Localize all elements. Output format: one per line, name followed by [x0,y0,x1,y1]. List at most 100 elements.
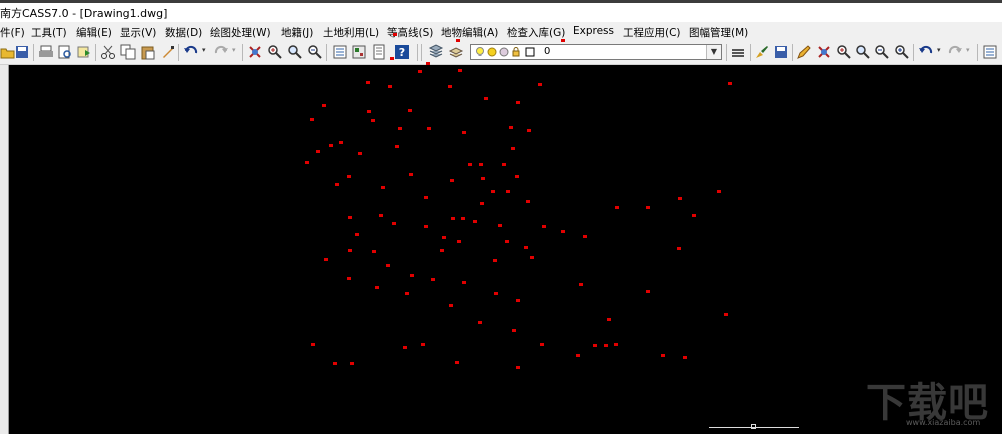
survey-point-marker[interactable] [494,292,498,295]
menu-draw[interactable]: 绘图处理(W) [210,25,271,40]
survey-point-marker[interactable] [456,39,460,42]
survey-point-marker[interactable] [614,343,618,346]
survey-point-marker[interactable] [448,85,452,88]
menu-edit[interactable]: 编辑(E) [76,25,112,40]
redo-dropdown-icon[interactable]: ▾ [966,46,970,54]
survey-point-marker[interactable] [348,216,352,219]
survey-point-marker[interactable] [683,356,687,359]
survey-point-marker[interactable] [530,256,534,259]
survey-point-marker[interactable] [347,277,351,280]
survey-point-marker[interactable] [329,144,333,147]
survey-point-marker[interactable] [576,354,580,357]
survey-point-marker[interactable] [479,163,483,166]
survey-point-marker[interactable] [527,129,531,132]
survey-point-marker[interactable] [678,197,682,200]
survey-point-marker[interactable] [717,190,721,193]
survey-point-marker[interactable] [379,214,383,217]
survey-point-marker[interactable] [511,147,515,150]
survey-point-marker[interactable] [524,246,528,249]
undo-dropdown-icon[interactable]: ▾ [937,46,941,54]
survey-point-marker[interactable] [392,222,396,225]
survey-point-marker[interactable] [381,186,385,189]
zoom-all-icon[interactable] [894,44,910,60]
survey-point-marker[interactable] [388,85,392,88]
chevron-down-icon[interactable]: ▼ [706,45,721,59]
menu-file[interactable]: 件(F) [0,25,25,40]
zoom-extents-icon[interactable] [836,44,852,60]
survey-point-marker[interactable] [540,343,544,346]
survey-point-marker[interactable] [579,283,583,286]
layer-previous-icon[interactable] [448,44,464,60]
survey-point-marker[interactable] [426,62,430,65]
properties-icon-2[interactable] [982,44,998,60]
survey-point-marker[interactable] [358,152,362,155]
undo-icon[interactable] [183,44,199,60]
survey-point-marker[interactable] [324,258,328,261]
linetype-icon[interactable] [730,44,746,60]
survey-point-marker[interactable] [646,290,650,293]
survey-point-marker[interactable] [418,70,422,73]
survey-point-marker[interactable] [403,346,407,349]
undo-dropdown-icon[interactable]: ▾ [202,46,206,54]
survey-point-marker[interactable] [333,362,337,365]
survey-point-marker[interactable] [491,190,495,193]
survey-point-marker[interactable] [724,313,728,316]
survey-point-marker[interactable] [451,217,455,220]
survey-point-marker[interactable] [542,225,546,228]
survey-point-marker[interactable] [604,344,608,347]
survey-point-marker[interactable] [515,175,519,178]
pan-icon[interactable] [247,44,263,60]
survey-point-marker[interactable] [347,175,351,178]
menu-data[interactable]: 数据(D) [165,25,202,40]
survey-point-marker[interactable] [371,119,375,122]
survey-point-marker[interactable] [339,141,343,144]
survey-point-marker[interactable] [424,196,428,199]
survey-point-marker[interactable] [375,286,379,289]
paste-icon[interactable] [140,44,156,60]
layer-manager-icon[interactable] [428,44,444,60]
print-icon[interactable] [38,44,54,60]
publish-icon[interactable] [76,44,92,60]
survey-point-marker[interactable] [424,225,428,228]
brush-icon[interactable] [754,44,770,60]
menu-view[interactable]: 显示(V) [120,25,156,40]
menu-check[interactable]: 检查入库(G) [507,25,565,40]
help-icon[interactable]: ? [394,44,410,60]
vertical-scrollbar[interactable] [0,65,9,434]
zoom-previous-icon[interactable] [307,44,323,60]
layer-dropdown[interactable]: 0 ▼ [470,44,722,60]
pan-icon-2[interactable] [816,44,832,60]
survey-point-marker[interactable] [677,247,681,250]
survey-point-marker[interactable] [607,318,611,321]
survey-point-marker[interactable] [538,83,542,86]
survey-point-marker[interactable] [505,240,509,243]
survey-point-marker[interactable] [427,127,431,130]
survey-point-marker[interactable] [516,366,520,369]
survey-point-marker[interactable] [512,329,516,332]
survey-point-marker[interactable] [350,362,354,365]
menu-landuse[interactable]: 土地利用(L) [323,25,379,40]
survey-point-marker[interactable] [473,220,477,223]
survey-point-marker[interactable] [442,236,446,239]
survey-point-marker[interactable] [509,126,513,129]
survey-point-marker[interactable] [431,278,435,281]
survey-point-marker[interactable] [395,145,399,148]
tool-palette-icon[interactable] [371,44,387,60]
survey-point-marker[interactable] [449,304,453,307]
menu-express[interactable]: Express [573,25,614,37]
survey-point-marker[interactable] [393,33,397,36]
survey-point-marker[interactable] [335,183,339,186]
copy-icon[interactable] [120,44,136,60]
save-as-icon[interactable] [773,44,789,60]
survey-point-marker[interactable] [526,200,530,203]
survey-point-marker[interactable] [561,230,565,233]
survey-point-marker[interactable] [390,57,394,60]
undo-icon-2[interactable] [918,44,934,60]
survey-point-marker[interactable] [661,354,665,357]
survey-point-marker[interactable] [480,202,484,205]
redo-icon[interactable] [213,44,229,60]
survey-point-marker[interactable] [458,69,462,72]
survey-point-marker[interactable] [646,206,650,209]
survey-point-marker[interactable] [728,82,732,85]
survey-point-marker[interactable] [455,361,459,364]
